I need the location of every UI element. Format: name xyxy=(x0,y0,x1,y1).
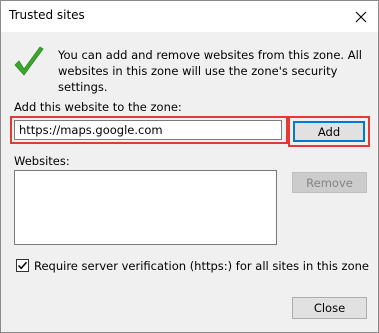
require-https-checkbox[interactable] xyxy=(16,259,29,272)
add-website-label: Add this website to the zone: xyxy=(14,100,182,114)
checkmark-icon xyxy=(17,261,28,270)
remove-button[interactable]: Remove xyxy=(292,172,367,193)
website-url-input[interactable] xyxy=(14,120,282,140)
trusted-sites-dialog: Trusted sites You can add and remove web… xyxy=(0,0,379,333)
window-title: Trusted sites xyxy=(9,8,85,22)
close-icon[interactable] xyxy=(344,2,378,31)
add-button[interactable]: Add xyxy=(293,121,365,142)
check-icon xyxy=(12,45,46,79)
zone-info-text: You can add and remove websites from thi… xyxy=(58,48,362,94)
title-bar: Trusted sites xyxy=(1,1,378,32)
close-button[interactable]: Close xyxy=(292,297,367,319)
require-https-label[interactable]: Require server verification (https:) for… xyxy=(34,259,369,273)
websites-list[interactable] xyxy=(14,170,277,245)
websites-label: Websites: xyxy=(14,154,70,168)
